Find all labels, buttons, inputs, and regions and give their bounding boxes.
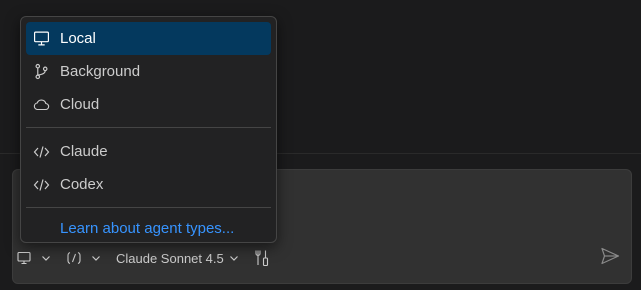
- monitor-icon: [32, 30, 50, 48]
- agent-icon: [66, 250, 82, 266]
- model-picker[interactable]: Claude Sonnet 4.5: [112, 246, 244, 270]
- chevron-down-icon: [90, 252, 102, 264]
- learn-agent-types-link[interactable]: Learn about agent types...: [26, 215, 271, 241]
- menu-item-cloud[interactable]: Cloud: [26, 88, 271, 121]
- menu-item-background[interactable]: Background: [26, 55, 271, 88]
- menu-item-label: Local: [60, 30, 96, 47]
- menu-separator: [26, 207, 271, 208]
- tools-icon: [254, 249, 270, 267]
- model-picker-label: Claude Sonnet 4.5: [116, 250, 224, 266]
- menu-item-local[interactable]: Local: [26, 22, 271, 55]
- send-icon: [600, 247, 620, 270]
- chat-view: Claude Sonnet 4.5 Local Background Cloud…: [0, 0, 641, 290]
- chevron-down-icon: [228, 252, 240, 264]
- chat-toolbar: Claude Sonnet 4.5: [12, 244, 274, 272]
- source-branch-icon: [32, 63, 50, 81]
- configure-tools-button[interactable]: [250, 246, 274, 270]
- menu-item-codex[interactable]: Codex: [26, 168, 271, 201]
- send-button[interactable]: [598, 246, 622, 270]
- menu-separator: [26, 127, 271, 128]
- monitor-icon: [16, 250, 32, 266]
- session-target-menu: Local Background Cloud Claude Codex Lear…: [20, 16, 277, 243]
- agent-picker[interactable]: [62, 246, 106, 270]
- menu-item-label: Codex: [60, 176, 104, 193]
- cloud-icon: [32, 96, 50, 114]
- menu-item-claude[interactable]: Claude: [26, 135, 271, 168]
- chevron-down-icon: [40, 252, 52, 264]
- menu-item-label: Cloud: [60, 96, 100, 113]
- code-icon: [32, 176, 50, 194]
- code-icon: [32, 143, 50, 161]
- menu-item-label: Claude: [60, 143, 108, 160]
- session-target-picker[interactable]: [12, 246, 56, 270]
- menu-item-label: Background: [60, 63, 141, 80]
